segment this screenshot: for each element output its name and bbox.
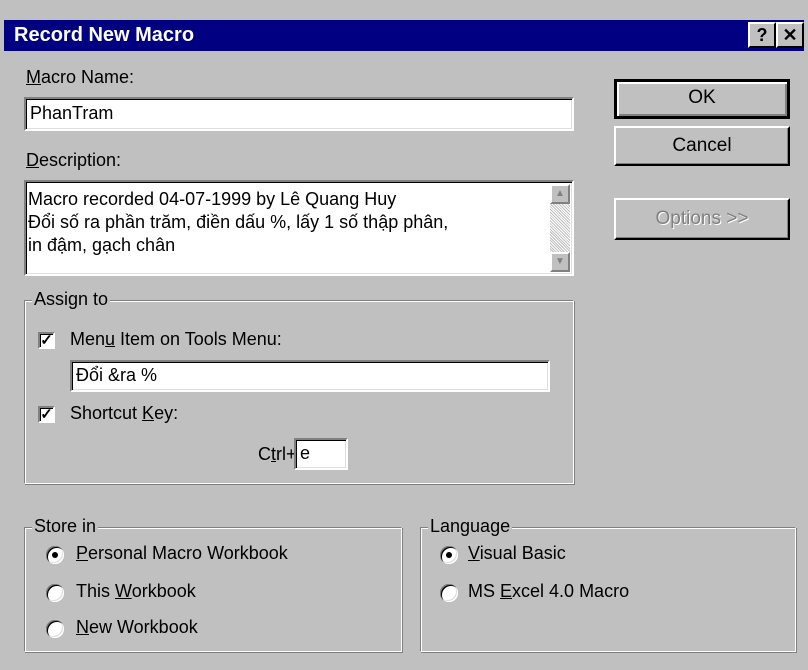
scroll-up-icon[interactable]: ▲ — [550, 184, 570, 204]
assign-to-legend: Assign to — [32, 289, 111, 310]
description-line: Đổi số ra phần trăm, điền dấu %, lấy 1 s… — [28, 212, 449, 232]
personal-workbook-radio[interactable] — [46, 546, 64, 564]
description-scrollbar[interactable]: ▲ ▼ — [550, 184, 570, 272]
visual-basic-radio[interactable] — [440, 546, 458, 564]
shortcut-key-input[interactable]: e — [294, 438, 348, 470]
description-line: Macro recorded 04-07-1999 by Lê Quang Hu… — [28, 189, 397, 209]
help-button[interactable]: ? — [748, 22, 776, 48]
ctrl-label: Ctrl+ — [258, 444, 297, 464]
description-label: Description: — [26, 150, 122, 170]
personal-workbook-label: Personal Macro Workbook — [76, 543, 288, 563]
menu-item-checkbox[interactable]: ✓ — [38, 332, 55, 349]
close-button[interactable]: ✕ — [776, 22, 804, 48]
menu-item-label: Menu Item on Tools Menu: — [70, 329, 282, 349]
shortcut-key-label: Shortcut Key: — [70, 403, 179, 423]
this-workbook-radio[interactable] — [46, 584, 64, 602]
menu-item-input[interactable]: Đổi &ra % — [70, 360, 550, 392]
window-title: Record New Macro — [14, 24, 195, 46]
options-button[interactable]: Options >> — [614, 198, 790, 240]
shortcut-key-checkbox[interactable]: ✓ — [38, 406, 55, 423]
this-workbook-label: This Workbook — [76, 581, 196, 601]
macro-name-input[interactable]: PhanTram — [24, 97, 574, 131]
ok-button[interactable]: OK — [614, 79, 790, 119]
macro-name-label: Macro Name: — [26, 67, 135, 87]
description-line: in đậm, gạch chân — [28, 235, 176, 255]
excel4-macro-radio[interactable] — [440, 584, 458, 602]
description-textarea[interactable]: Macro recorded 04-07-1999 by Lê Quang Hu… — [24, 180, 574, 276]
visual-basic-label: Visual Basic — [468, 543, 566, 563]
store-in-legend: Store in — [32, 516, 99, 537]
language-legend: Language — [428, 516, 513, 537]
new-workbook-label: New Workbook — [76, 617, 198, 637]
excel4-macro-label: MS Excel 4.0 Macro — [468, 581, 630, 601]
scroll-down-icon[interactable]: ▼ — [550, 252, 570, 272]
cancel-button[interactable]: Cancel — [614, 126, 790, 166]
new-workbook-radio[interactable] — [46, 620, 64, 638]
